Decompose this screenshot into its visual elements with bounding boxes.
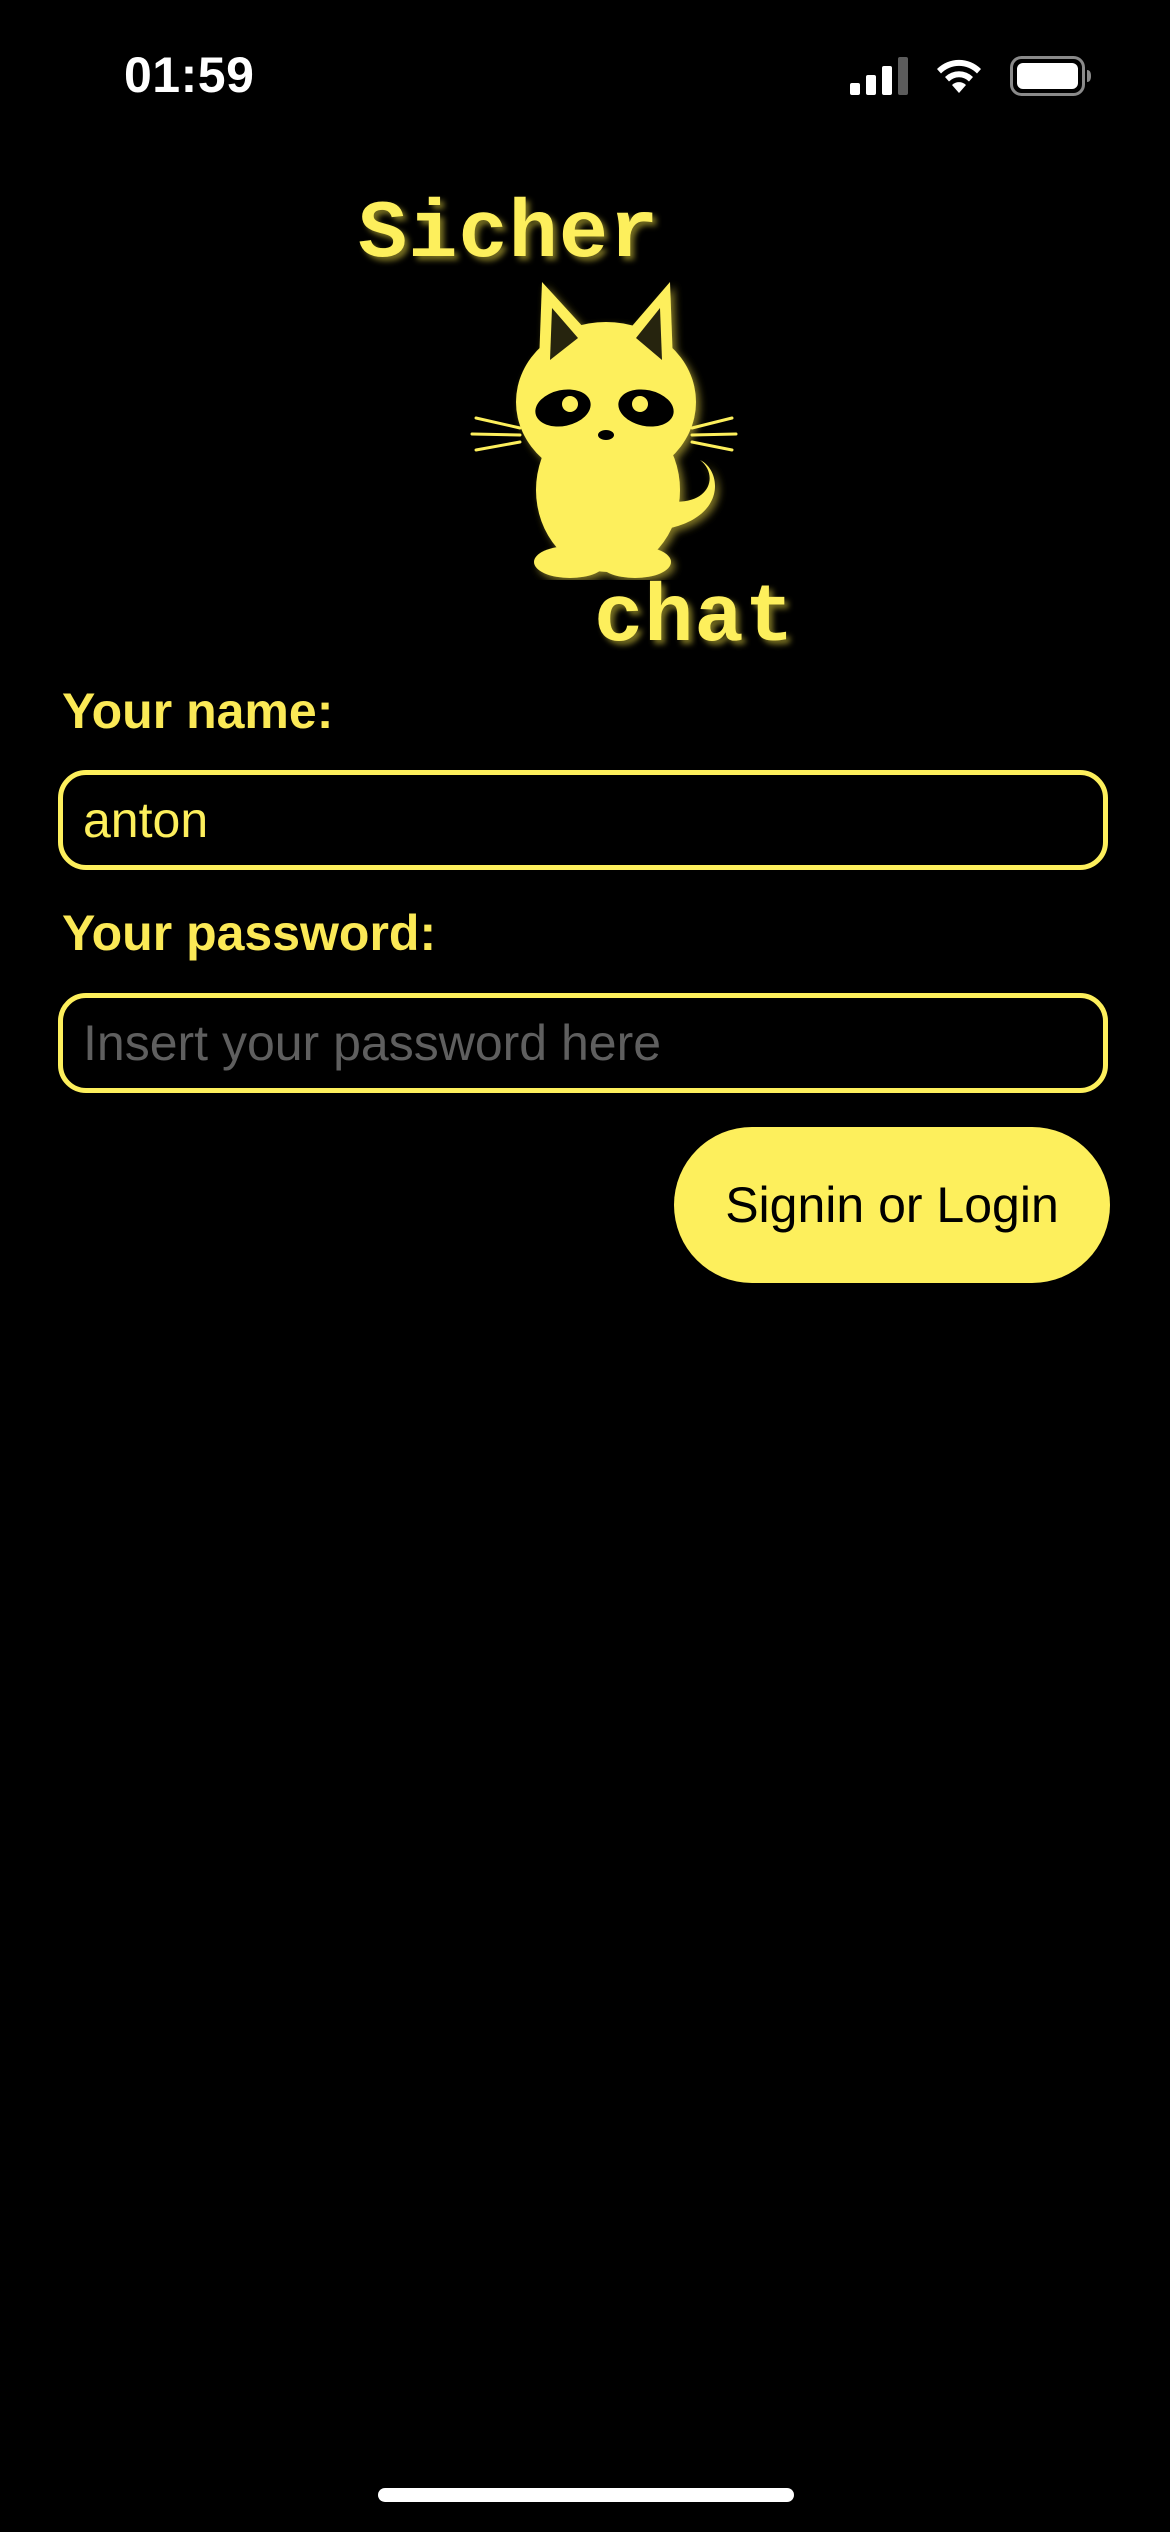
- status-time: 01:59: [124, 47, 255, 103]
- status-bar: 01:59: [0, 0, 1170, 150]
- status-icons: [850, 55, 1092, 101]
- cellular-signal-icon: [850, 56, 908, 100]
- logo-title-top: Sicher: [358, 188, 660, 281]
- wifi-icon: [934, 57, 984, 100]
- name-label: Your name:: [62, 683, 334, 739]
- app-logo: Sicher chat: [350, 180, 830, 670]
- password-label: Your password:: [62, 905, 437, 961]
- signin-login-button[interactable]: Signin or Login: [674, 1127, 1110, 1283]
- battery-icon: [1010, 55, 1092, 101]
- home-indicator[interactable]: [378, 2488, 794, 2502]
- cat-icon: [460, 280, 740, 580]
- logo-title-bottom: chat: [594, 572, 795, 665]
- password-input[interactable]: [58, 993, 1108, 1093]
- name-input[interactable]: [58, 770, 1108, 870]
